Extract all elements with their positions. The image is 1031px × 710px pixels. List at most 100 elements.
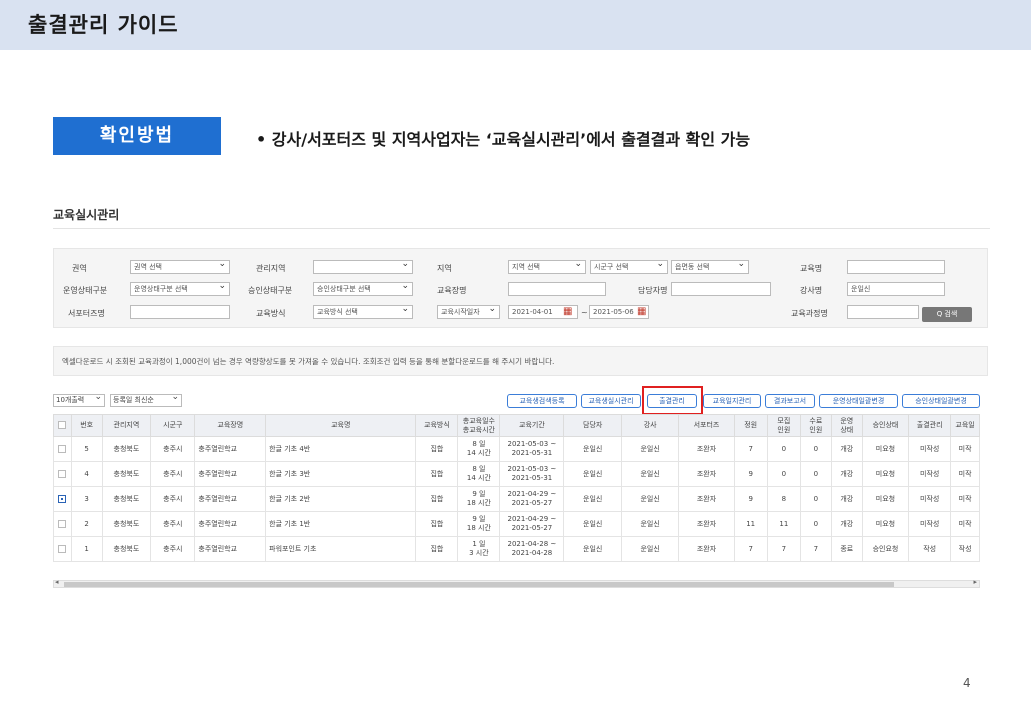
table-cell-recruited: 11 [766,511,801,537]
column-header: 정원 [733,414,768,437]
row-checkbox[interactable] [53,486,72,512]
table-cell-attendance: 미작성 [908,486,952,512]
table-cell-manager: 운일신 [563,511,622,537]
slide-title: 출결관리 가이드 [28,13,179,37]
report-button[interactable]: 결과보고서 [765,394,815,408]
area-select[interactable]: 지역 선택 [508,258,586,274]
mgmt-region-select[interactable] [313,258,413,274]
table-cell-manager: 운일신 [563,536,622,562]
town-select[interactable]: 읍면동 선택 [671,258,749,274]
method-label: 교육방식 [256,309,286,318]
manager-input[interactable] [671,282,771,296]
table-header-row: 번호 관리지역 시군구 교육장명 교육명 교육방식 총교육일수 총교육시간 교육… [53,414,980,437]
scrollbar-thumb[interactable] [64,582,894,587]
column-header: 담당자 [563,414,622,437]
learner-manage-button[interactable]: 교육생실시관리 [581,394,641,408]
table-cell-method: 집합 [415,436,459,462]
horizontal-scrollbar[interactable]: ◂ ▸ [53,578,980,588]
table-cell-name: 한글 기초 3반 [265,461,417,487]
edu-log-button[interactable]: 교육일지관리 [703,394,761,408]
area-label: 지역 [437,264,452,273]
calendar-icon[interactable]: ▦ [563,306,575,318]
method-select[interactable]: 교육방식 선택 [313,303,413,319]
table-cell-recruited: 8 [766,486,801,512]
table-cell-recruited: 0 [766,461,801,487]
op-status-select[interactable]: 운영상태구분 선택 [130,280,230,296]
approval-bulk-button[interactable]: 승인상태일괄변경 [902,394,980,408]
table-cell-approval: 미요청 [861,461,910,487]
column-header: 시군구 [150,414,196,437]
cell-line: 2021-04-29 ~ [507,515,557,523]
calendar-icon[interactable]: ▦ [637,306,649,318]
page-size-select[interactable]: 10개출력 [53,392,105,407]
table-cell-region: 충청북도 [101,486,152,512]
table-cell-edu-log: 미작 [950,511,980,537]
region-select[interactable]: 권역 선택 [130,258,230,274]
excel-notice: 엑셀다운로드 시 조회된 교육과정이 1,000건이 넘는 경우 역량향상도를 … [53,346,988,376]
cell-line: 2021-05-27 [511,499,553,507]
table-row[interactable]: 1 충청북도 충주시 충주열린학교 파워포인트 기초 집합 1 일3 시간 2021-04-2… [53,536,980,562]
table-cell-region: 충청북도 [101,536,152,562]
date-type-select[interactable]: 교육시작일자 [437,303,500,319]
supporter-input[interactable] [130,305,230,319]
row-checkbox[interactable] [53,511,72,537]
sort-select[interactable]: 등록일 최신순 [110,392,182,407]
table-cell-edu-log: 미작 [950,436,980,462]
table-cell-recruited: 7 [766,536,801,562]
cell-line: 2021-05-31 [511,474,553,482]
table-cell-period-start: 2021-05-03 ~2021-05-31 [499,461,565,487]
learner-register-button[interactable]: 교육생검색등록 [507,394,577,408]
column-header: 수료 인원 [799,414,832,437]
table-row[interactable]: 2 충청북도 충주시 충주열린학교 한글 기초 1반 집합 9 일 18 시간 2021-04-… [53,511,980,537]
scroll-right-icon[interactable]: ▸ [973,578,977,586]
method-label-box: 확인방법 [53,117,221,155]
table-cell-attendance: 미작성 [908,511,952,537]
table-cell-district: 충주시 [150,436,196,462]
page-number: 4 [963,676,971,690]
table-cell-name: 한글 기초 1반 [265,511,417,537]
table-cell-no: 1 [70,536,103,562]
row-checkbox[interactable] [53,461,72,487]
table-cell-supporter: 조완자 [678,461,735,487]
venue-input[interactable] [508,282,606,296]
search-button[interactable]: Q 검색 [922,307,972,322]
table-cell-op-status: 개강 [830,436,863,462]
table-cell-supporter: 조완자 [678,536,735,562]
divider [53,228,990,229]
edu-name-input[interactable] [847,260,945,274]
district-select[interactable]: 시군구 선택 [590,258,668,274]
mgmt-region-label: 관리지역 [256,264,286,273]
table-cell-approval: 미요청 [861,511,910,537]
course-name-input[interactable] [847,305,919,319]
table-cell-edu-log: 미작 [950,486,980,512]
op-status-label: 운영상태구분 [63,286,108,295]
select-all-checkbox[interactable] [53,414,72,437]
table-cell-attendance: 작성 [908,536,952,562]
table-cell-op-status: 개강 [830,461,863,487]
table-cell-approval: 미요청 [861,436,910,462]
table-row[interactable]: 4 충청북도 충주시 충주열린학교 한글 기초 3반 집합 8 일 14 시간 2021-05-… [53,461,980,487]
instructor-input[interactable]: 운일신 [847,282,945,296]
table-cell-days: 9 일 18 시간 [457,486,501,512]
scroll-left-icon[interactable]: ◂ [55,578,59,586]
course-table: 번호 관리지역 시군구 교육장명 교육명 교육방식 총교육일수 총교육시간 교육… [53,414,980,562]
table-row[interactable]: 3 충청북도 충주시 충주열린학교 한글 기초 2반 집합 9 일 18 시간 2021-04-… [53,486,980,512]
table-row[interactable]: 5 충청북도 충주시 충주열린학교 한글 기초 4반 집합 8 일 14 시간 2021-05-… [53,436,980,462]
instructor-label: 강사명 [800,286,823,295]
table-cell-approval: 미요청 [861,486,910,512]
op-status-bulk-button[interactable]: 운영상태일괄변경 [819,394,898,408]
cell-line: 2021-05-03 ~ [507,465,557,473]
table-cell-approval: 승인요청 [861,536,910,562]
table-cell-instructor: 운일신 [620,461,680,487]
column-header: 운영 상태 [830,414,863,437]
table-cell-no: 5 [70,436,103,462]
table-cell-instructor: 운일신 [620,436,680,462]
table-cell-district: 충주시 [150,511,196,537]
table-cell-supporter: 조완자 [678,486,735,512]
table-cell-edu-log: 작성 [950,536,980,562]
approval-select[interactable]: 승인상태구분 선택 [313,280,413,296]
row-checkbox[interactable] [53,536,72,562]
table-cell-method: 집합 [415,511,459,537]
table-cell-region: 충청북도 [101,511,152,537]
row-checkbox[interactable] [53,436,72,462]
